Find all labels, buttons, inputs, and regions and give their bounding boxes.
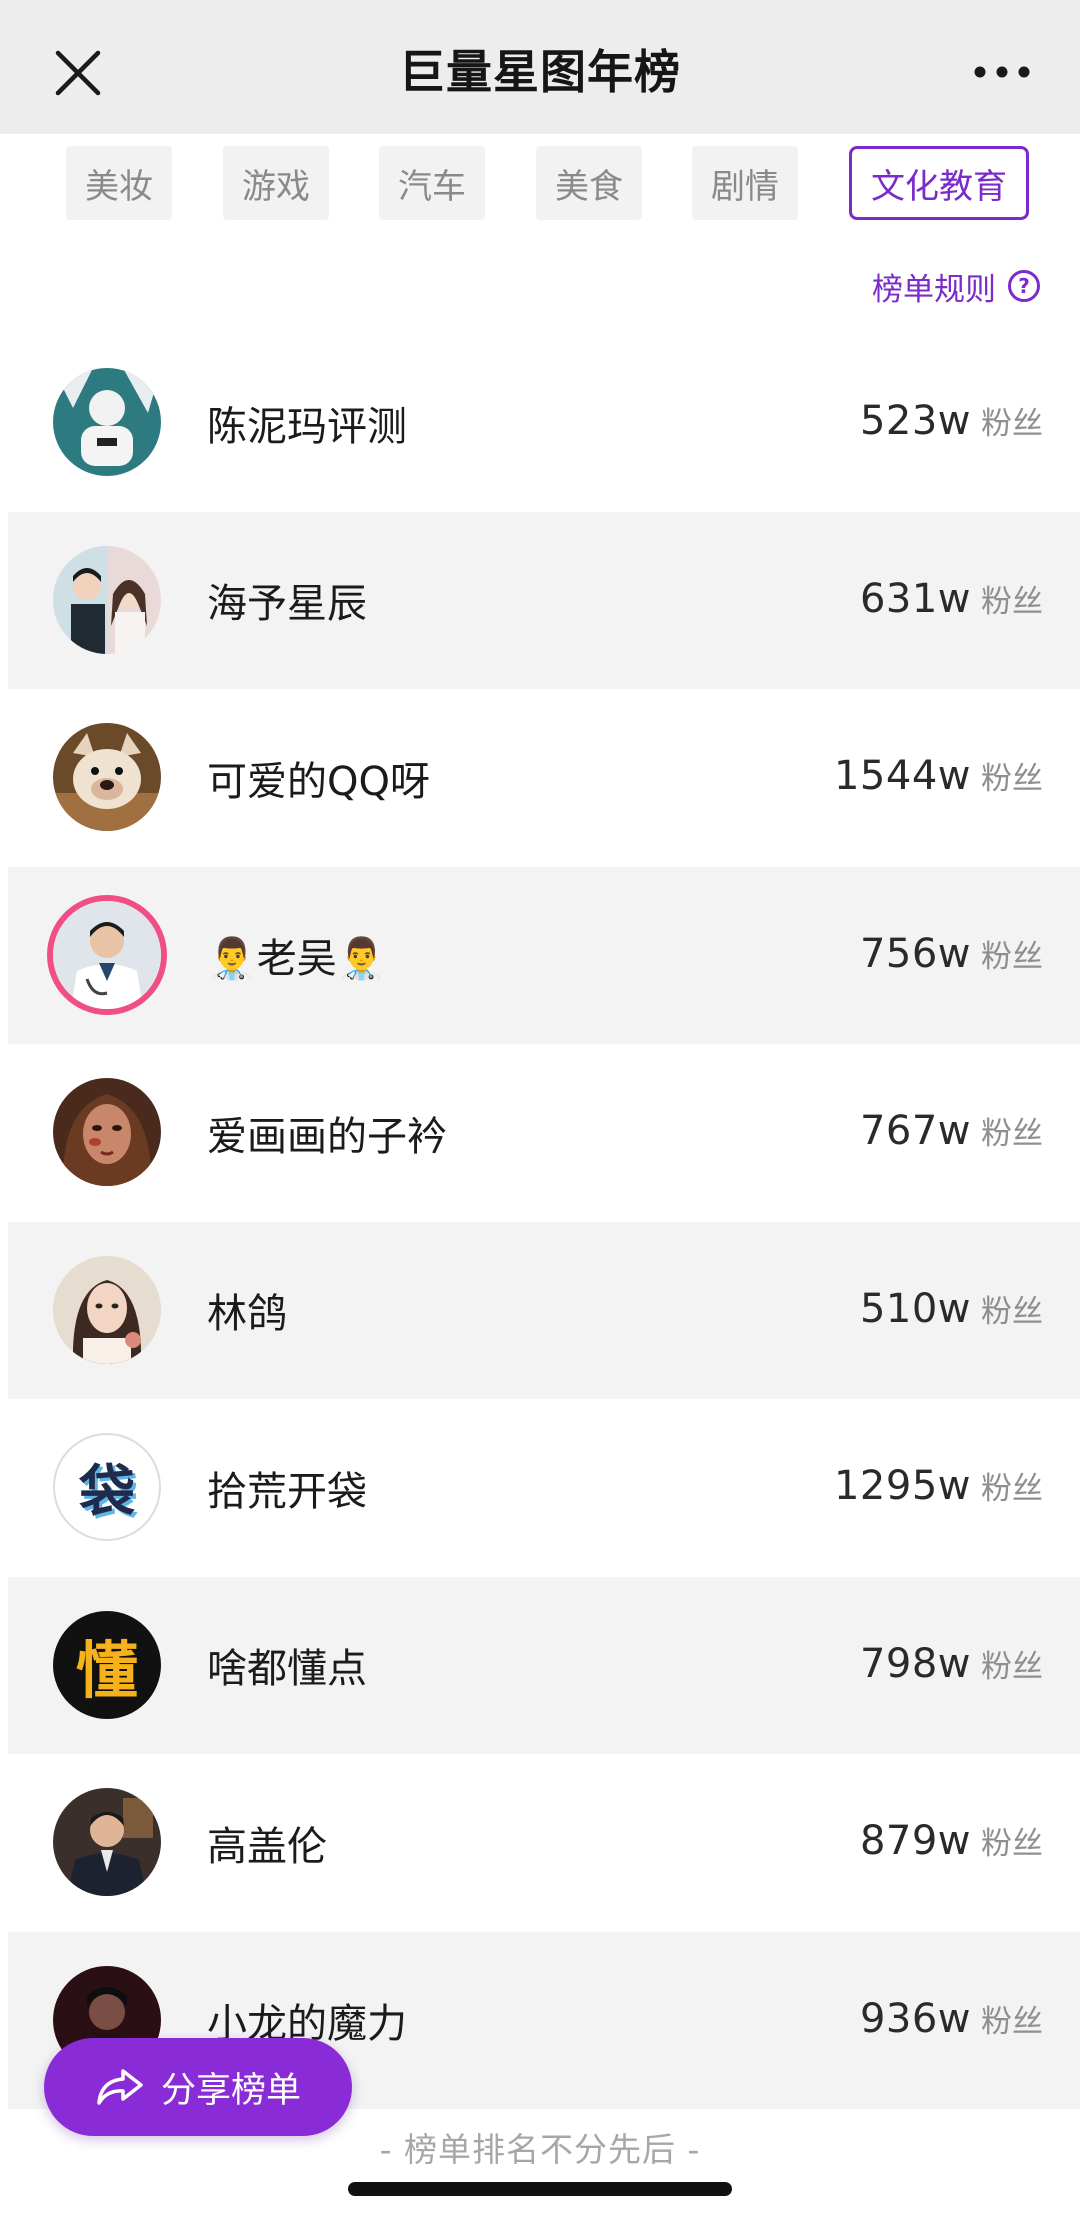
app-screen: 巨量星图年榜 美妆 游戏 汽车 美食 剧情 文化教育 榜单规则 ? 陈泥玛评测 … (0, 0, 1080, 2219)
fan-count-value: 756w (859, 930, 971, 977)
tab-cars[interactable]: 汽车 (379, 146, 485, 220)
woman-avatar (53, 1255, 161, 1364)
fan-count-value: 767w (859, 1108, 971, 1154)
fan-count-value: 1295w (833, 1463, 971, 1509)
tab-drama[interactable]: 剧情 (692, 146, 798, 220)
home-indicator[interactable] (348, 2182, 732, 2196)
help-icon: ? (1008, 270, 1040, 302)
tab-culture-education[interactable]: 文化教育 (849, 146, 1029, 220)
fan-unit: 粉丝 (981, 1471, 1043, 1507)
header-bar: 巨量星图年榜 (0, 0, 1080, 134)
ranking-note: - 榜单排名不分先后 - (379, 2130, 701, 2169)
tab-food[interactable]: 美食 (536, 146, 642, 220)
fan-count-value: 510w (859, 1285, 971, 1332)
fan-count: 767w 粉丝 (860, 1044, 1043, 1221)
bag-logo-avatar: 袋 (53, 1433, 161, 1541)
fan-unit: 粉丝 (981, 583, 1043, 620)
fan-unit: 粉丝 (981, 938, 1043, 975)
creator-name: 林鸽 (207, 1291, 287, 1337)
list-item[interactable]: 爱画画的子衿 767w 粉丝 (8, 1044, 1080, 1222)
doctor-avatar (53, 900, 161, 1009)
share-label: 分享榜单 (160, 2070, 301, 2111)
fan-unit: 粉丝 (981, 1293, 1043, 1330)
list-item[interactable]: 林鸽 510w 粉丝 (8, 1221, 1080, 1399)
fan-count: 936w 粉丝 (860, 1932, 1043, 2109)
category-tabs: 美妆 游戏 汽车 美食 剧情 文化教育 (0, 134, 1080, 234)
list-item[interactable]: 海予星辰 631w 粉丝 (8, 511, 1080, 689)
fan-unit: 粉丝 (981, 1116, 1043, 1152)
creator-name: 拾荒开袋 (207, 1468, 367, 1515)
fan-count-value: 631w (859, 575, 971, 622)
fan-count-value: 523w (859, 398, 971, 444)
creator-name: 啥都懂点 (207, 1646, 367, 1692)
list-item[interactable]: 袋 拾荒开袋 1295w 粉丝 (8, 1399, 1080, 1577)
couple-avatar (53, 545, 161, 654)
share-button[interactable]: 分享榜单 (44, 2038, 352, 2136)
list-item[interactable]: 👨‍⚕️老吴👨‍⚕️ 756w 粉丝 (8, 866, 1080, 1044)
list-item[interactable]: 可爱的QQ呀 1544w 粉丝 (8, 689, 1080, 867)
fan-unit: 粉丝 (981, 1648, 1043, 1685)
list-item[interactable]: 懂 啥都懂点 798w 粉丝 (8, 1576, 1080, 1754)
rules-label: 榜单规则 (872, 271, 996, 308)
understand-logo-avatar: 懂 (53, 1610, 161, 1719)
fan-count: 631w 粉丝 (860, 512, 1043, 689)
fan-unit: 粉丝 (981, 2003, 1043, 2040)
tab-makeup[interactable]: 美妆 (66, 146, 172, 220)
fan-count-value: 1544w (833, 753, 971, 799)
fan-count-value: 879w (859, 1818, 971, 1864)
fan-count: 1295w 粉丝 (834, 1399, 1043, 1576)
creator-name: 高盖伦 (207, 1823, 327, 1870)
ranking-list: 陈泥玛评测 523w 粉丝 海予星辰 631w 粉丝 可爱的QQ呀 1544w … (8, 334, 1080, 2109)
fan-count: 879w 粉丝 (860, 1754, 1043, 1931)
person-avatar (53, 368, 161, 476)
creator-name: 👨‍⚕️老吴👨‍⚕️ (207, 936, 387, 982)
creator-name: 陈泥玛评测 (207, 403, 407, 450)
man-avatar (53, 1788, 161, 1896)
share-icon (97, 2069, 143, 2105)
fan-count: 523w 粉丝 (860, 334, 1043, 511)
creator-name: 爱画画的子衿 (207, 1113, 447, 1160)
fan-count-value: 798w (859, 1640, 971, 1687)
tab-games[interactable]: 游戏 (223, 146, 329, 220)
creator-name: 海予星辰 (207, 581, 367, 627)
fan-count: 1544w 粉丝 (834, 689, 1043, 866)
fan-unit: 粉丝 (981, 406, 1043, 442)
fan-unit: 粉丝 (981, 1826, 1043, 1862)
portrait-avatar (53, 1078, 161, 1186)
dog-avatar (53, 723, 161, 831)
fan-count-value: 936w (859, 1995, 971, 2042)
page-title: 巨量星图年榜 (399, 45, 681, 99)
list-item[interactable]: 陈泥玛评测 523w 粉丝 (8, 334, 1080, 512)
rules-link[interactable]: 榜单规则 ? (872, 262, 1040, 310)
list-item[interactable]: 高盖伦 879w 粉丝 (8, 1754, 1080, 1932)
fan-count: 798w 粉丝 (860, 1577, 1043, 1754)
fan-count: 510w 粉丝 (860, 1222, 1043, 1399)
fan-unit: 粉丝 (981, 761, 1043, 797)
creator-name: 可爱的QQ呀 (207, 758, 430, 805)
more-icon[interactable] (972, 58, 1032, 86)
fan-count: 756w 粉丝 (860, 867, 1043, 1044)
